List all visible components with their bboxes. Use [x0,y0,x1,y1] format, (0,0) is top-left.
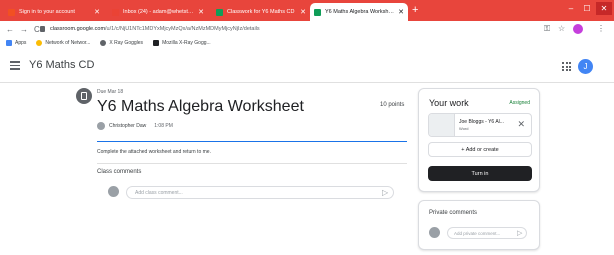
maximize-button[interactable]: ☐ [580,2,594,15]
xray-icon [100,40,107,46]
page-title: Y6 Maths Algebra Worksheet [97,98,304,115]
hamburger-menu-icon[interactable] [10,61,20,70]
bookmark-xray-goggles[interactable]: X Ray Goggles [100,40,143,46]
classroom-header: Y6 Maths CD J [0,50,614,83]
bookmark-label: Apps [15,40,27,46]
bookmark-label: X Ray Goggles [109,40,144,46]
author-name: Christopher Daw [109,123,147,129]
section-divider [97,163,407,164]
network-icon [36,40,43,46]
remove-attachment-icon[interactable]: ✕ [517,119,525,130]
user-avatar [108,186,119,197]
close-window-button[interactable]: ✕ [596,2,612,15]
bookmark-label: Network of Networ... [45,40,91,46]
close-tab-icon[interactable]: ✕ [198,8,204,16]
points-label: 10 points [380,102,405,108]
tab-label: Y6 Maths Algebra Worksheet [325,9,395,15]
bookmark-apps[interactable]: Apps [6,40,26,46]
close-tab-icon[interactable]: ✕ [300,8,306,16]
browser-tab-sign-in[interactable]: Sign in to your account ✕ [4,3,104,21]
address-bar-row: ← → C classroom.google.com/u/1/c/NjU1NTc… [0,21,614,37]
forward-icon[interactable]: → [20,25,28,34]
your-work-title: Your work [429,98,469,108]
browser-tab-inbox[interactable]: Inbox (24) - adam@whetstoneac... ✕ [108,3,208,21]
status-badge: Assigned [509,100,530,106]
bookmark-network[interactable]: Network of Networ... [36,40,90,46]
bookmarks-bar: Apps Network of Networ... X Ray Goggles … [0,37,614,49]
class-title[interactable]: Y6 Maths CD [29,59,94,71]
classroom-icon [314,8,321,16]
private-comments-card: Private comments Add private comment... … [418,200,540,250]
google-apps-icon[interactable] [562,62,571,71]
tab-label: Inbox (24) - adam@whetstoneac... [123,9,195,15]
header-divider [97,141,407,142]
send-icon[interactable]: ▷ [382,188,388,197]
user-avatar [429,227,440,238]
class-comments-label: Class comments [97,169,142,175]
account-avatar[interactable]: J [578,59,593,74]
classroom-icon [216,8,223,16]
new-tab-button[interactable]: + [412,4,418,16]
url-host: classroom.google.com [50,26,106,32]
close-tab-icon[interactable]: ✕ [398,8,404,16]
kebab-menu-icon[interactable]: ⋮ [597,24,605,33]
bookmark-mozilla-xray[interactable]: Mozilla X-Ray Gogg... [153,40,211,46]
tab-label: Classwork for Y6 Maths CD [227,9,295,15]
attachment-name: Joe Bloggs - Y6 Al... [459,119,504,125]
author-avatar [97,122,105,130]
minimize-button[interactable]: – [564,2,578,15]
attachment-item[interactable]: Joe Bloggs - Y6 Al... Word ✕ [428,113,532,137]
key-icon[interactable]: ⚿ [544,24,550,34]
class-comment-input[interactable]: Add class comment... [126,186,394,199]
back-icon[interactable]: ← [6,25,14,34]
close-tab-icon[interactable]: ✕ [94,8,100,16]
assignment-icon [76,88,92,104]
private-comment-input[interactable]: Add private comment... [447,227,527,239]
attachment-thumbnail [429,114,455,136]
reload-icon[interactable]: C [34,25,40,34]
star-icon[interactable]: ☆ [558,24,565,33]
apps-icon [6,40,12,46]
attachment-type: Word [459,126,469,131]
instructions-text: Complete the attached worksheet and retu… [97,149,211,155]
post-time: 1:08 PM [154,123,173,129]
browser-tab-strip: Sign in to your account ✕ Inbox (24) - a… [0,0,614,21]
tab-label: Sign in to your account [19,9,75,15]
send-icon[interactable]: ▷ [517,229,522,237]
url-field[interactable]: classroom.google.com/u/1/c/NjU1NTc1MDYxM… [40,23,550,35]
your-work-card: Your work Assigned Joe Bloggs - Y6 Al...… [418,88,540,192]
url-path: /u/1/c/NjU1NTc1MDYxMjcyMzQx/a/NzMzMDMyMj… [105,26,260,32]
browser-tab-classwork[interactable]: Classwork for Y6 Maths CD ✕ [212,3,310,21]
author-row: Christopher Daw 1:08 PM [97,122,173,130]
private-comments-title: Private comments [429,210,478,216]
browser-profile-avatar[interactable] [573,24,583,34]
mozilla-icon [153,40,160,46]
bookmark-label: Mozilla X-Ray Gogg... [162,40,211,46]
add-or-create-button[interactable]: + Add or create [428,142,532,157]
microsoft-icon [8,8,15,16]
due-date: Due Mar 18 [97,89,124,95]
browser-tab-worksheet[interactable]: Y6 Maths Algebra Worksheet ✕ [310,3,408,21]
gmail-icon [112,8,119,16]
lock-icon [40,26,45,32]
turn-in-button[interactable]: Turn in [428,166,532,181]
